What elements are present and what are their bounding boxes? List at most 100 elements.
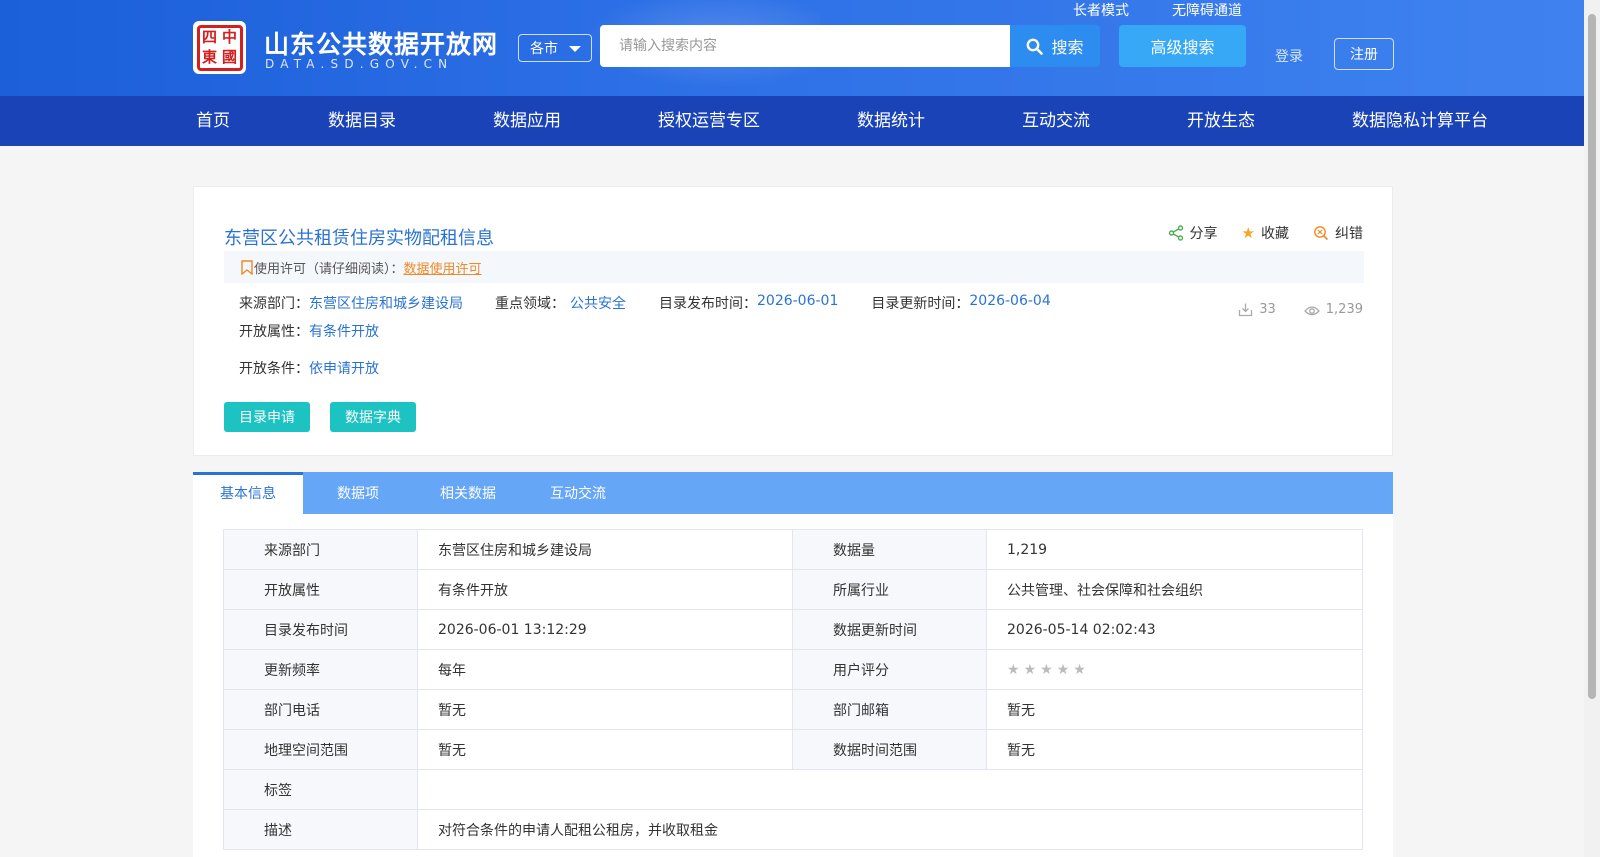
table-value: 东营区住房和城乡建设局: [417, 529, 793, 570]
page-scrollbar[interactable]: [1584, 0, 1600, 857]
table-label: 部门邮箱: [792, 689, 987, 730]
nav-item-home[interactable]: 首页: [196, 96, 230, 146]
update-time: 目录更新时间： 2026-06-04: [871, 293, 1050, 313]
dataset-title: 东营区公共租赁住房实物配租信息: [224, 228, 494, 249]
update-time-value: 2026-06-04: [969, 293, 1051, 309]
elder-mode-link[interactable]: 长者模式: [1073, 0, 1129, 20]
seal-char: 四: [201, 28, 217, 46]
table-label: 地理空间范围: [223, 729, 418, 770]
nav-item-ecosystem[interactable]: 开放生态: [1187, 96, 1255, 146]
nav-item-apps[interactable]: 数据应用: [493, 96, 561, 146]
nav-item-catalog[interactable]: 数据目录: [328, 96, 396, 146]
open-cond-label: 开放条件：: [239, 361, 309, 377]
login-link[interactable]: 登录: [1275, 46, 1303, 66]
nav-item-authorized-ops[interactable]: 授权运营专区: [658, 96, 760, 146]
data-dictionary-button[interactable]: 数据字典: [330, 402, 416, 432]
nav-item-statistics[interactable]: 数据统计: [857, 96, 925, 146]
site-header: 四 中 東 國 山东公共数据开放网 DATA.SD.GOV.CN 各市 搜索 高…: [0, 0, 1584, 96]
table-row: 目录发布时间 2026-06-01 13:12:29 数据更新时间 2026-0…: [223, 609, 1363, 650]
seal-char: 東: [201, 48, 217, 66]
report-error-button[interactable]: 纠错: [1313, 223, 1363, 243]
meta-row-2: 开放属性： 有条件开放: [239, 321, 379, 341]
download-count-value: 33: [1259, 302, 1276, 317]
advanced-search-button[interactable]: 高级搜索: [1119, 25, 1246, 67]
tab-interaction[interactable]: 互动交流: [523, 472, 633, 514]
tab-basic-info[interactable]: 基本信息: [193, 472, 303, 514]
meta-row-1: 来源部门： 东营区住房和城乡建设局 重点领域： 公共安全 目录发布时间： 202…: [239, 293, 1051, 313]
publish-time: 目录发布时间： 2026-06-01: [659, 293, 838, 313]
table-label: 来源部门: [223, 529, 418, 570]
source-dept-label: 来源部门：: [239, 296, 309, 312]
tab-data-items[interactable]: 数据项: [303, 472, 413, 514]
table-label: 数据更新时间: [792, 609, 987, 650]
table-row: 地理空间范围 暂无 数据时间范围 暂无: [223, 729, 1363, 770]
dataset-actions: 分享 ★ 收藏 纠错: [1168, 223, 1363, 243]
star-icon[interactable]: ★: [1040, 662, 1053, 678]
table-label: 目录发布时间: [223, 609, 418, 650]
source-dept-value[interactable]: 东营区住房和城乡建设局: [309, 293, 463, 313]
table-row: 开放属性 有条件开放 所属行业 公共管理、社会保障和社会组织: [223, 569, 1363, 610]
table-value: 暂无: [986, 729, 1363, 770]
register-button[interactable]: 注册: [1334, 38, 1394, 70]
star-icon[interactable]: ★: [1024, 662, 1037, 678]
description-value: 对符合条件的申请人配租公租房，并收取租金: [417, 809, 1363, 850]
tab-related-data[interactable]: 相关数据: [413, 472, 523, 514]
table-value: 公共管理、社会保障和社会组织: [986, 569, 1363, 610]
table-label: 描述: [223, 809, 418, 850]
search-button-label: 搜索: [1051, 38, 1084, 57]
star-icon[interactable]: ★: [1057, 662, 1070, 678]
table-value: 暂无: [986, 689, 1363, 730]
dataset-detail-card: 东营区公共租赁住房实物配租信息 分享 ★ 收藏 纠错 使用许可（请仔细阅读）： …: [193, 186, 1393, 456]
download-count: 33: [1238, 302, 1276, 317]
table-row: 部门电话 暂无 部门邮箱 暂无: [223, 689, 1363, 730]
publish-time-value: 2026-06-01: [757, 293, 839, 309]
error-report-icon: [1314, 226, 1329, 241]
table-row: 描述 对符合条件的申请人配租公租房，并收取租金: [223, 809, 1363, 850]
basic-info-table: 来源部门 东营区住房和城乡建设局 数据量 1,219 开放属性 有条件开放 所属…: [223, 529, 1363, 850]
star-icon[interactable]: ★: [1007, 662, 1020, 678]
report-error-label: 纠错: [1335, 226, 1363, 242]
chevron-down-icon: [569, 46, 581, 52]
share-button[interactable]: 分享: [1168, 223, 1218, 243]
seal-char: 國: [221, 48, 237, 66]
key-domain-value[interactable]: 公共安全: [570, 293, 626, 313]
meta-row-3: 开放条件： 依申请开放: [239, 358, 379, 378]
table-row: 来源部门 东营区住房和城乡建设局 数据量 1,219: [223, 529, 1363, 570]
nav-item-privacy-computing[interactable]: 数据隐私计算平台: [1352, 96, 1488, 146]
logo-seal-icon: 四 中 東 國: [196, 24, 243, 71]
favorite-button[interactable]: ★ 收藏: [1242, 223, 1289, 243]
star-icon[interactable]: ★: [1073, 662, 1086, 678]
table-label: 开放属性: [223, 569, 418, 610]
rating-stars[interactable]: ★ ★ ★ ★ ★: [1007, 662, 1342, 678]
open-attr-value: 有条件开放: [309, 324, 379, 340]
nav-item-interaction[interactable]: 互动交流: [1022, 96, 1090, 146]
eye-icon: [1303, 305, 1320, 315]
key-domain: 重点领域： 公共安全: [495, 293, 626, 313]
site-title[interactable]: 山东公共数据开放网: [264, 25, 498, 61]
table-label: 标签: [223, 769, 418, 810]
license-link[interactable]: 数据使用许可: [404, 258, 482, 277]
accessible-channel-link[interactable]: 无障碍通道: [1172, 0, 1242, 20]
publish-time-label: 目录发布时间：: [659, 296, 757, 312]
search-button[interactable]: 搜索: [1010, 25, 1100, 67]
table-label: 用户评分: [792, 649, 987, 690]
table-value: 1,219: [986, 529, 1363, 570]
city-select[interactable]: 各市: [518, 34, 592, 62]
search-input[interactable]: [600, 25, 1010, 67]
key-domain-label: 重点领域：: [495, 296, 565, 312]
favorite-label: 收藏: [1261, 226, 1289, 242]
update-time-label: 目录更新时间：: [871, 296, 970, 312]
basic-info-panel: 来源部门 东营区住房和城乡建设局 数据量 1,219 开放属性 有条件开放 所属…: [193, 514, 1393, 857]
license-label: 使用许可（请仔细阅读）：: [254, 261, 404, 277]
table-value: 有条件开放: [417, 569, 793, 610]
dataset-stats: 33 1,239: [1238, 302, 1363, 317]
detail-tabs: 基本信息 数据项 相关数据 互动交流: [193, 472, 1393, 514]
catalog-apply-button[interactable]: 目录申请: [224, 402, 310, 432]
user-rating: ★ ★ ★ ★ ★: [986, 649, 1363, 690]
table-value: 暂无: [417, 729, 793, 770]
source-dept: 来源部门： 东营区住房和城乡建设局: [239, 293, 463, 313]
scrollbar-thumb[interactable]: [1588, 14, 1596, 699]
open-cond-value: 依申请开放: [309, 361, 379, 377]
table-value: 每年: [417, 649, 793, 690]
site-logo-seal[interactable]: 四 中 東 國: [193, 21, 246, 74]
